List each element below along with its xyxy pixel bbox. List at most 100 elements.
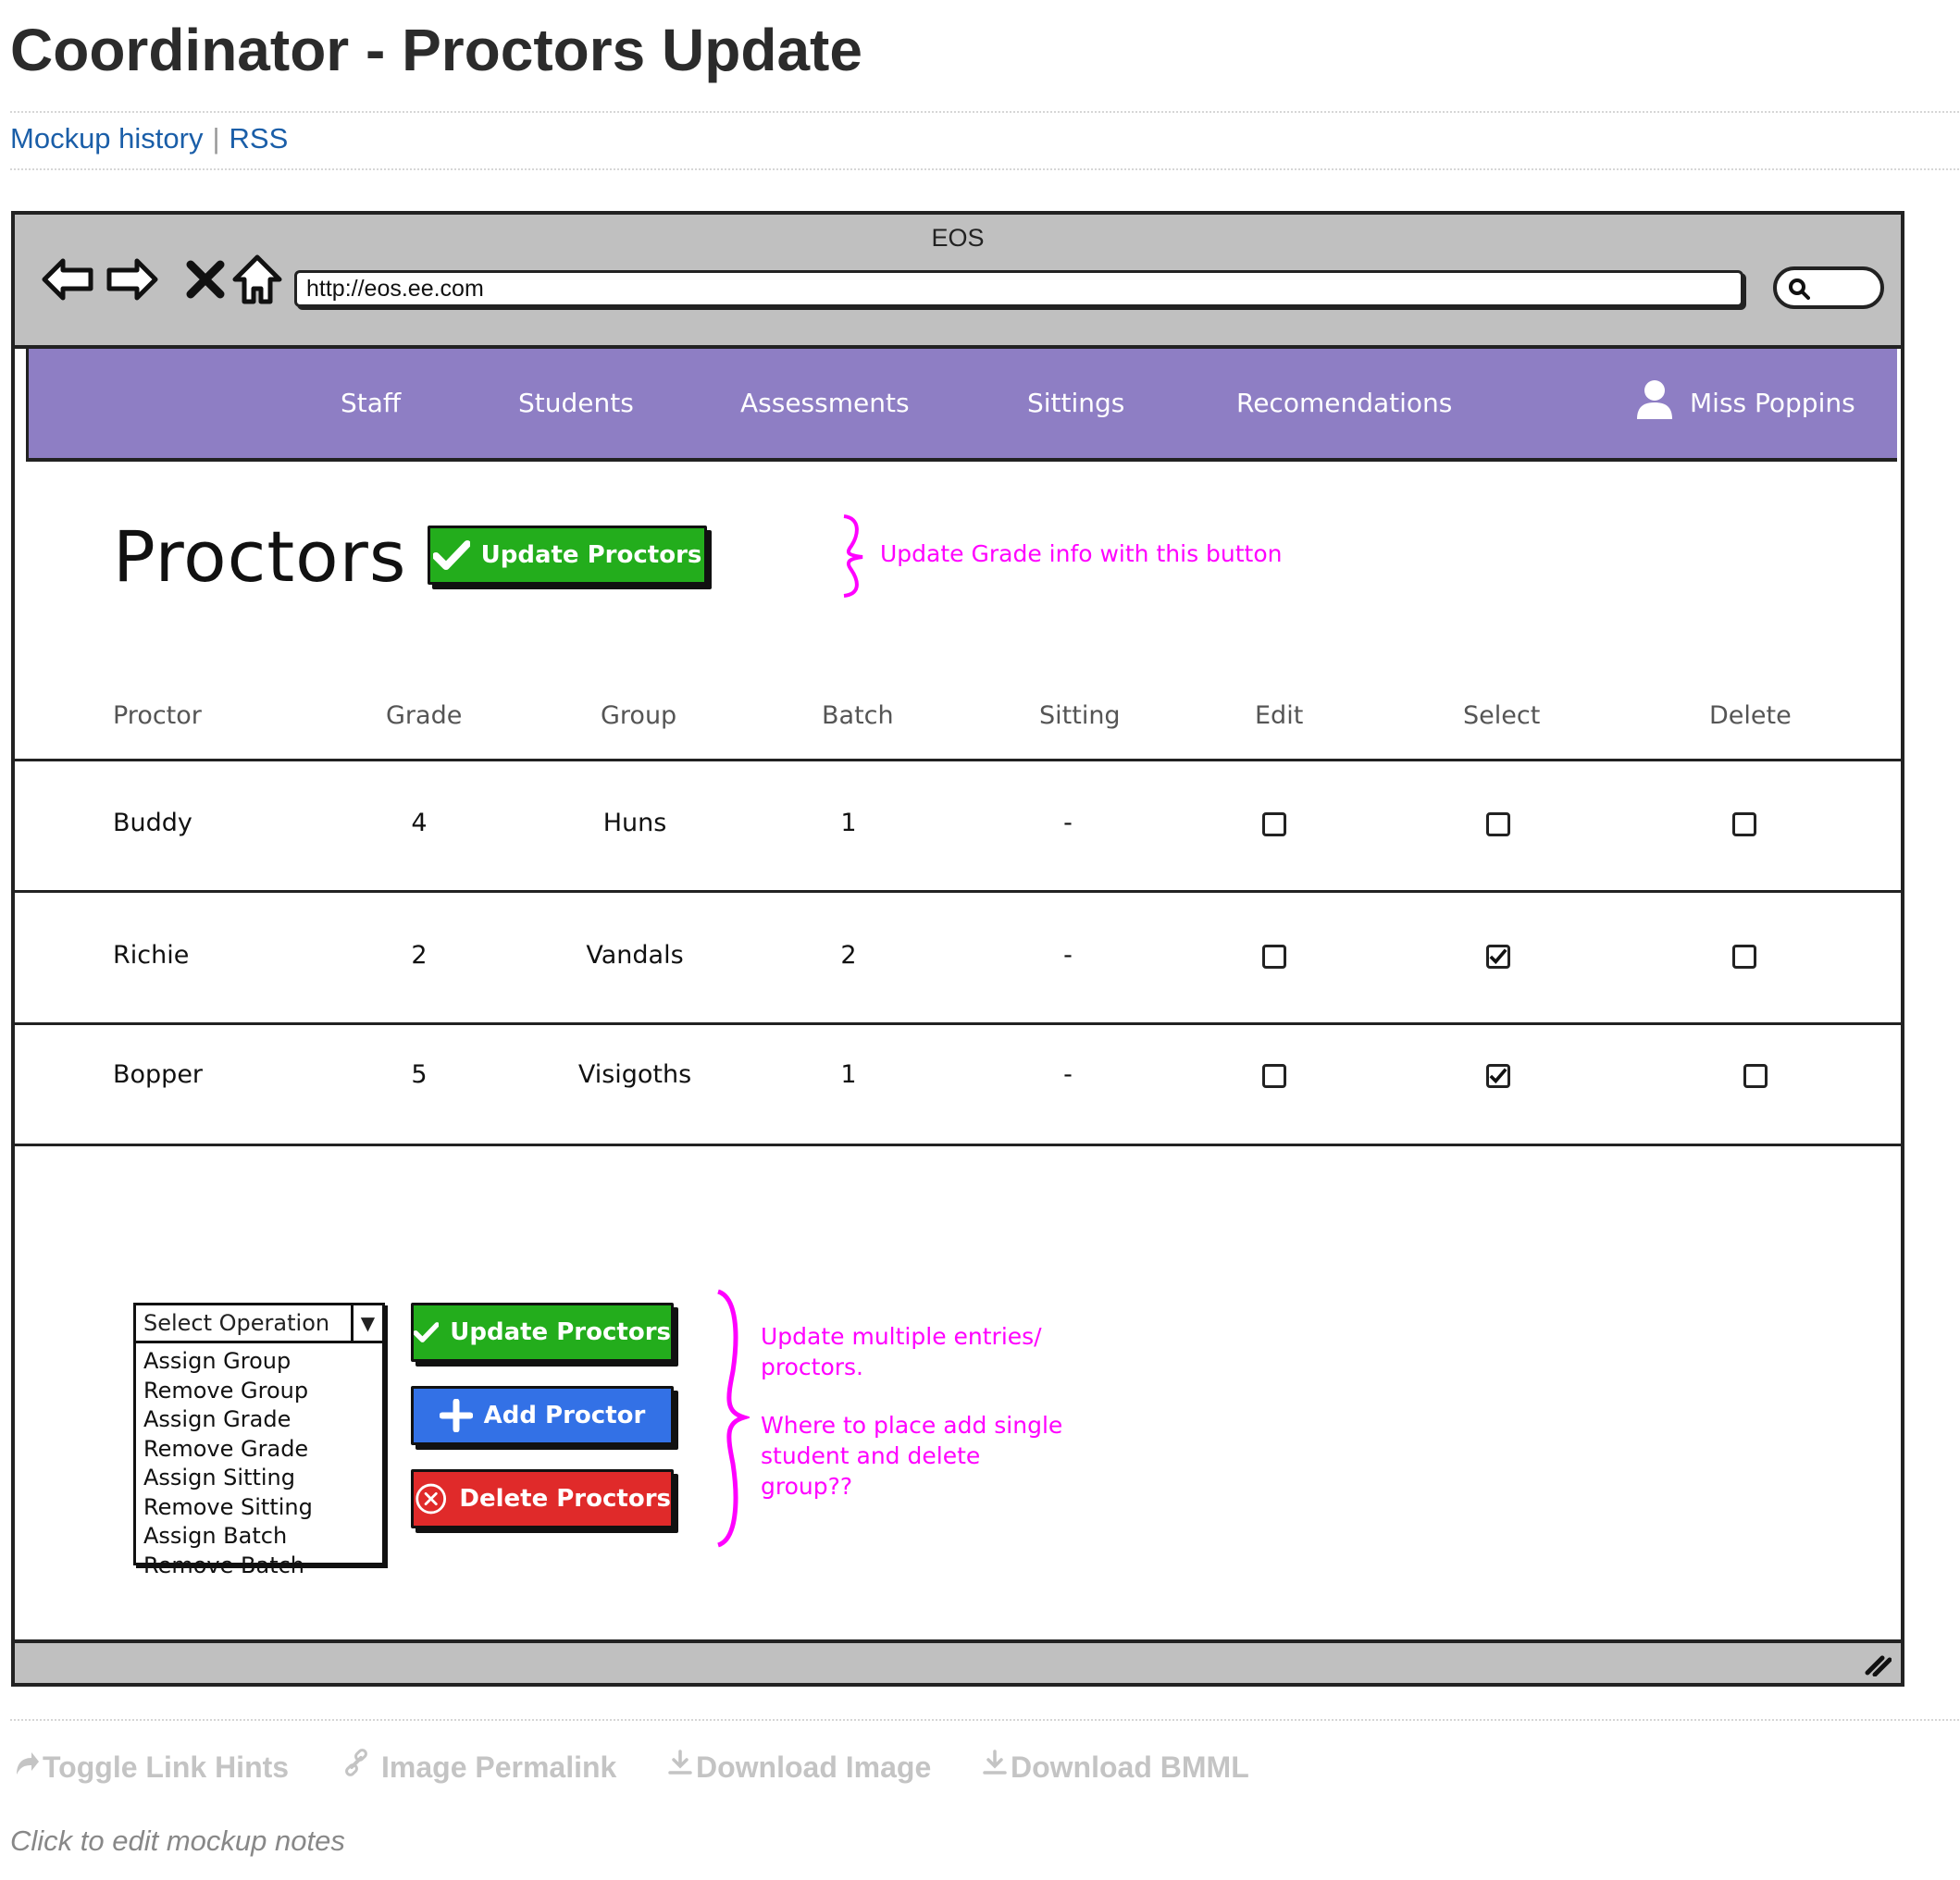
back-arrow-icon[interactable] [41,252,96,307]
delete-proctors-label: Delete Proctors [459,1485,671,1513]
download-image[interactable]: Download Image [696,1750,931,1785]
rss-link[interactable]: RSS [229,122,289,155]
delete-checkbox[interactable] [1732,945,1756,969]
operation-option[interactable]: Assign Sitting [143,1464,382,1493]
column-header-sitting: Sitting [1039,701,1121,730]
operation-option[interactable]: Remove Group [143,1377,382,1406]
divider [10,168,1959,170]
operation-option[interactable]: Remove Sitting [143,1493,382,1523]
edit-checkbox[interactable] [1262,1064,1286,1088]
annotation-brace [716,1289,750,1548]
select-operation-label: Select Operation [143,1310,330,1336]
download-icon [983,1750,1007,1775]
top-links: Mockup history | RSS [10,120,288,157]
resize-grip-icon[interactable] [1862,1651,1892,1676]
share-arrow-icon [17,1752,39,1775]
update-proctors-label: Update Proctors [480,541,702,569]
plus-icon [439,1399,473,1432]
cell-batch: 1 [840,1060,857,1089]
mockup-history-link[interactable]: Mockup history [10,122,203,155]
select-operation-dropdown[interactable]: Select Operation ▼ [133,1303,385,1343]
url-bar[interactable]: http://eos.ee.com [294,270,1743,307]
cell-sitting: - [1063,1060,1073,1089]
cancel-circle-icon [416,1483,447,1515]
update-proctors-label: Update Proctors [450,1318,671,1346]
select-checkbox-checked[interactable] [1486,945,1510,969]
cell-group: Vandals [586,941,684,970]
annotation-note-question: Where to place add single student and de… [761,1412,1063,1500]
annotation-brace [843,514,863,598]
download-icon [668,1750,692,1775]
update-proctors-button-top[interactable]: Update Proctors [428,526,707,585]
select-checkbox[interactable] [1486,812,1510,836]
forward-arrow-icon[interactable] [104,252,159,307]
column-header-batch: Batch [822,701,894,730]
column-header-delete: Delete [1709,701,1792,730]
search-icon [1789,278,1810,300]
column-header-proctor: Proctor [113,701,202,730]
update-proctors-button[interactable]: Update Proctors [411,1303,674,1362]
browser-mockup: EOS http://eos.ee.com Staff Students Ass… [11,211,1904,1687]
add-proctor-button[interactable]: Add Proctor [411,1386,674,1445]
site-nav: Staff Students Assessments Sittings Reco… [26,349,1897,462]
download-bmml[interactable]: Download BMML [1011,1750,1249,1785]
dropdown-arrow-icon[interactable]: ▼ [351,1305,382,1341]
edit-checkbox[interactable] [1262,945,1286,969]
annotation-note-top: Update Grade info with this button [880,540,1283,567]
table-row: Buddy 4 Huns 1 - [15,761,1901,890]
select-checkbox-checked[interactable] [1486,1064,1510,1088]
annotation-note-update: Update multiple entries/ proctors. [761,1323,1042,1380]
operation-option[interactable]: Remove Batch [143,1552,382,1581]
column-header-select: Select [1463,701,1541,730]
table-row: Richie 2 Vandals 2 - [15,893,1901,1022]
checkmark-icon [414,1322,440,1342]
cell-grade: 2 [411,941,428,970]
cell-sitting: - [1063,941,1073,970]
nav-item-staff[interactable]: Staff [341,388,401,418]
column-header-grade: Grade [386,701,463,730]
operation-list: Assign Group Remove Group Assign Grade R… [133,1343,385,1578]
divider [10,1719,1959,1721]
toggle-link-hints[interactable]: Toggle Link Hints [43,1750,289,1785]
link-separator: | [212,122,220,155]
operation-option[interactable]: Remove Grade [143,1435,382,1465]
browser-status-bar [15,1639,1901,1683]
link-icon [345,1749,367,1776]
cell-sitting: - [1063,809,1073,837]
divider [10,111,1959,113]
nav-item-students[interactable]: Students [518,388,634,418]
home-icon[interactable] [229,252,285,307]
add-proctor-label: Add Proctor [483,1402,646,1429]
checkmark-icon [1489,948,1507,965]
close-x-icon[interactable] [178,252,233,307]
column-header-edit: Edit [1255,701,1304,730]
cell-proctor: Bopper [113,1060,204,1089]
browser-search[interactable] [1773,266,1884,309]
table-divider [15,1144,1901,1146]
delete-checkbox[interactable] [1743,1064,1768,1088]
operation-option[interactable]: Assign Grade [143,1405,382,1435]
cell-batch: 2 [840,941,857,970]
column-header-group: Group [601,701,677,730]
image-permalink[interactable]: Image Permalink [381,1750,616,1785]
cell-group: Visigoths [577,1060,692,1089]
operation-option[interactable]: Assign Group [143,1347,382,1377]
user-icon [1637,380,1672,419]
checkmark-icon [432,540,470,570]
browser-title: EOS [931,224,985,252]
browser-chrome: EOS http://eos.ee.com [15,215,1901,349]
edit-checkbox[interactable] [1262,812,1286,836]
proctors-heading: Proctors [113,515,407,598]
user-name[interactable]: Miss Poppins [1690,388,1855,418]
delete-checkbox[interactable] [1732,812,1756,836]
operation-option[interactable]: Assign Batch [143,1522,382,1552]
cell-proctor: Richie [113,941,190,970]
cell-proctor: Buddy [113,809,192,837]
mockup-notes[interactable]: Click to edit mockup notes [10,1824,345,1858]
nav-item-recomendations[interactable]: Recomendations [1236,388,1452,418]
nav-item-assessments[interactable]: Assessments [740,388,910,418]
nav-item-sittings[interactable]: Sittings [1027,388,1124,418]
delete-proctors-button[interactable]: Delete Proctors [411,1469,674,1528]
cell-group: Huns [602,809,667,837]
cell-grade: 4 [411,809,428,837]
